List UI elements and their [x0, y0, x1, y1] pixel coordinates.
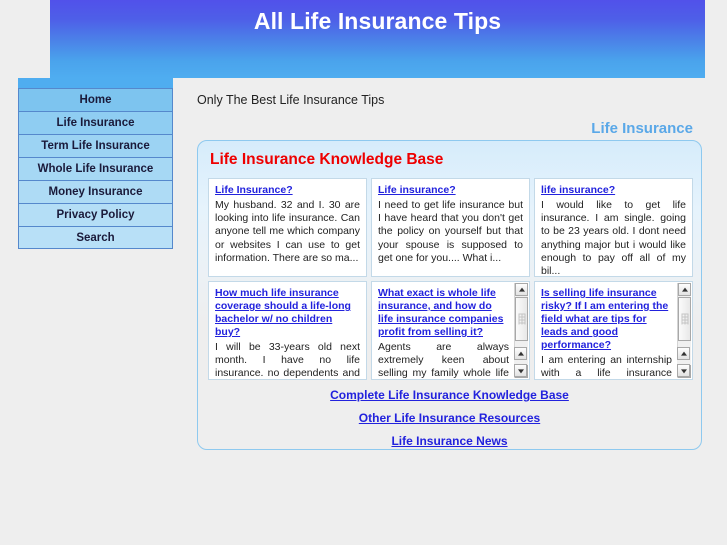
- link-other-resources[interactable]: Other Life Insurance Resources: [198, 411, 701, 425]
- kb-card[interactable]: What exact is whole life insurance, and …: [371, 281, 530, 380]
- kb-card-link[interactable]: Life insurance?: [378, 184, 523, 197]
- scrollbar-thumb[interactable]: [515, 297, 528, 341]
- scroll-up-arrow-icon[interactable]: [515, 283, 528, 296]
- sidebar-item-privacy-policy[interactable]: Privacy Policy: [18, 203, 173, 226]
- kb-card-link[interactable]: What exact is whole life insurance, and …: [378, 287, 509, 339]
- kb-card-body: life insurance? I would like to get life…: [535, 179, 692, 277]
- kb-card[interactable]: Life Insurance? My husband. 32 and I. 30…: [208, 178, 367, 277]
- kb-card-text: I would like to get life insurance. I am…: [541, 199, 686, 277]
- page-root: All Life Insurance Tips Home Life Insura…: [0, 0, 727, 545]
- kb-card-text: I am entering an internship with a life …: [541, 354, 672, 380]
- kb-card-body: Is selling life insurance risky? If I am…: [535, 282, 692, 380]
- main-content: Only The Best Life Insurance Tips Life I…: [173, 78, 705, 545]
- card-scrollbar-secondary[interactable]: [514, 347, 527, 377]
- kb-card-body: Life Insurance? My husband. 32 and I. 30…: [209, 179, 366, 265]
- scroll-up-arrow-icon[interactable]: [678, 283, 691, 296]
- kb-card-link[interactable]: Life Insurance?: [215, 184, 360, 197]
- kb-card-body: Life insurance? I need to get life insur…: [372, 179, 529, 265]
- sidebar-item-home[interactable]: Home: [18, 88, 173, 111]
- site-title: All Life Insurance Tips: [253, 8, 502, 34]
- scroll-down-arrow-icon[interactable]: [677, 364, 690, 377]
- kb-card-link[interactable]: How much life insurance coverage should …: [215, 287, 360, 339]
- page-title: Life Insurance: [591, 120, 693, 137]
- kb-card[interactable]: life insurance? I would like to get life…: [534, 178, 693, 277]
- kb-card-body: How much life insurance coverage should …: [209, 282, 366, 380]
- sidebar-item-term-life-insurance[interactable]: Term Life Insurance: [18, 134, 173, 157]
- knowledge-base-title: Life Insurance Knowledge Base: [210, 151, 444, 168]
- scroll-up-arrow-icon[interactable]: [677, 347, 690, 360]
- kb-card-text: My husband. 32 and I. 30 are looking int…: [215, 199, 360, 264]
- sidebar-item-money-insurance[interactable]: Money Insurance: [18, 180, 173, 203]
- sidebar-item-life-insurance[interactable]: Life Insurance: [18, 111, 173, 134]
- scrollbar-grip-icon: [518, 313, 525, 325]
- scroll-up-arrow-icon[interactable]: [514, 347, 527, 360]
- sidebar-nav: Home Life Insurance Term Life Insurance …: [18, 88, 173, 249]
- kb-card-text: I will be 33-years old next month. I hav…: [215, 341, 360, 380]
- knowledge-base-row-1: Life Insurance? My husband. 32 and I. 30…: [208, 178, 693, 277]
- kb-card-text: Agents are always extremely keen about s…: [378, 341, 509, 380]
- kb-card-body: What exact is whole life insurance, and …: [372, 282, 529, 380]
- scrollbar-grip-icon: [681, 313, 688, 325]
- sidebar-item-whole-life-insurance[interactable]: Whole Life Insurance: [18, 157, 173, 180]
- kb-card-text: I need to get life insurance but I have …: [378, 199, 523, 264]
- site-header: All Life Insurance Tips: [50, 0, 705, 78]
- knowledge-base-footer-links: Complete Life Insurance Knowledge Base O…: [198, 388, 701, 457]
- kb-card[interactable]: Is selling life insurance risky? If I am…: [534, 281, 693, 380]
- sidebar-item-search[interactable]: Search: [18, 226, 173, 249]
- kb-card[interactable]: How much life insurance coverage should …: [208, 281, 367, 380]
- scrollbar-thumb[interactable]: [678, 297, 691, 341]
- kb-card[interactable]: Life insurance? I need to get life insur…: [371, 178, 530, 277]
- knowledge-base-panel: Life Insurance Knowledge Base Life Insur…: [197, 140, 702, 450]
- knowledge-base-row-2: How much life insurance coverage should …: [208, 281, 693, 380]
- link-complete-knowledge-base[interactable]: Complete Life Insurance Knowledge Base: [198, 388, 701, 402]
- scroll-down-arrow-icon[interactable]: [514, 364, 527, 377]
- kb-card-link[interactable]: Is selling life insurance risky? If I am…: [541, 287, 672, 352]
- kb-card-link[interactable]: life insurance?: [541, 184, 686, 197]
- link-life-insurance-news[interactable]: Life Insurance News: [198, 434, 701, 448]
- site-tagline: Only The Best Life Insurance Tips: [197, 93, 385, 107]
- card-scrollbar-secondary[interactable]: [677, 347, 690, 377]
